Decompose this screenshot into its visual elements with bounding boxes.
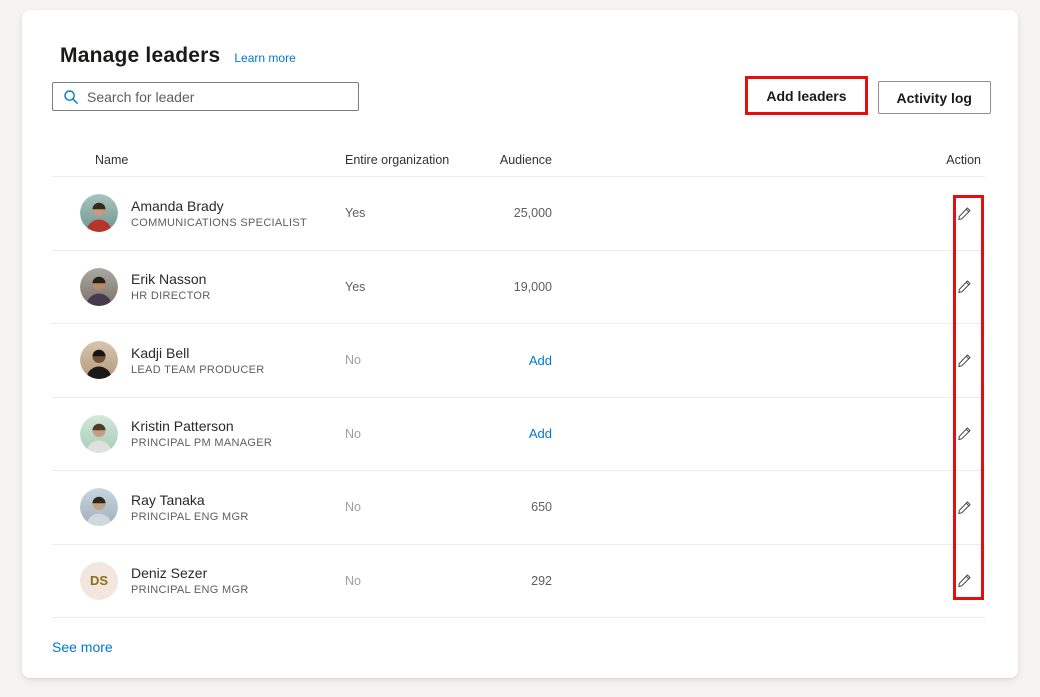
leader-name-cell: Amanda Brady COMMUNICATIONS SPECIALIST: [52, 194, 345, 232]
title-row: Manage leaders Learn more: [60, 44, 296, 68]
pencil-icon: [957, 279, 972, 294]
leader-name: Kadji Bell: [131, 345, 265, 361]
leader-job-title: COMMUNICATIONS SPECIALIST: [131, 217, 307, 229]
search-box[interactable]: [52, 82, 359, 111]
leader-job-title: PRINCIPAL ENG MGR: [131, 584, 249, 596]
audience-add-link[interactable]: Add: [529, 426, 552, 441]
avatar: [80, 268, 118, 306]
table-header: Name Entire organization Audience Action: [52, 143, 985, 177]
audience-cell: Add: [465, 426, 552, 441]
entire-organization-value: No: [345, 574, 465, 588]
edit-button[interactable]: [953, 202, 975, 224]
audience-cell: Add: [465, 353, 552, 368]
add-leaders-button[interactable]: Add leaders: [748, 79, 864, 112]
action-cell: [552, 570, 985, 592]
pencil-icon: [957, 426, 972, 441]
table-row: Amanda Brady COMMUNICATIONS SPECIALIST Y…: [52, 177, 985, 251]
action-cell: [552, 496, 985, 518]
pencil-icon: [957, 353, 972, 368]
leader-name: Erik Nasson: [131, 271, 211, 287]
audience-value: 25,000: [514, 206, 552, 220]
edit-button[interactable]: [953, 423, 975, 445]
edit-button[interactable]: [953, 349, 975, 371]
search-icon: [63, 89, 79, 105]
leader-job-title: PRINCIPAL PM MANAGER: [131, 437, 272, 449]
toolbar: Add leaders Activity log: [52, 76, 991, 115]
entire-organization-value: Yes: [345, 206, 465, 220]
leader-name: Deniz Sezer: [131, 565, 249, 581]
audience-value: 650: [531, 500, 552, 514]
column-header-action: Action: [552, 153, 985, 167]
column-header-entire-organization: Entire organization: [345, 153, 465, 167]
leader-name: Ray Tanaka: [131, 492, 249, 508]
page-title: Manage leaders: [60, 44, 220, 68]
audience-value: 292: [531, 574, 552, 588]
leader-name-cell: Erik Nasson HR DIRECTOR: [52, 268, 345, 306]
audience-cell: 292: [465, 574, 552, 588]
audience-cell: 19,000: [465, 280, 552, 294]
entire-organization-value: No: [345, 427, 465, 441]
audience-value: 19,000: [514, 280, 552, 294]
leaders-table: Name Entire organization Audience Action…: [52, 143, 985, 618]
avatar: [80, 415, 118, 453]
leader-job-title: HR DIRECTOR: [131, 290, 211, 302]
action-cell: [552, 423, 985, 445]
activity-log-button[interactable]: Activity log: [878, 81, 991, 114]
edit-button[interactable]: [953, 496, 975, 518]
audience-cell: 25,000: [465, 206, 552, 220]
pencil-icon: [957, 206, 972, 221]
column-header-audience: Audience: [465, 153, 552, 167]
audience-add-link[interactable]: Add: [529, 353, 552, 368]
leader-name-cell: Kristin Patterson PRINCIPAL PM MANAGER: [52, 415, 345, 453]
action-cell: [552, 349, 985, 371]
pencil-icon: [957, 573, 972, 588]
table-row: Kristin Patterson PRINCIPAL PM MANAGER N…: [52, 398, 985, 472]
entire-organization-value: No: [345, 353, 465, 367]
see-more-link[interactable]: See more: [52, 639, 113, 655]
avatar: DS: [80, 562, 118, 600]
leader-name-cell: DS Deniz Sezer PRINCIPAL ENG MGR: [52, 562, 345, 600]
column-header-name: Name: [52, 153, 345, 167]
leader-job-title: PRINCIPAL ENG MGR: [131, 511, 249, 523]
learn-more-link[interactable]: Learn more: [234, 51, 295, 65]
edit-button[interactable]: [953, 570, 975, 592]
table-row: Erik Nasson HR DIRECTOR Yes 19,000: [52, 251, 985, 325]
action-cell: [552, 202, 985, 224]
entire-organization-value: No: [345, 500, 465, 514]
entire-organization-value: Yes: [345, 280, 465, 294]
manage-leaders-card: Manage leaders Learn more Add leaders Ac…: [22, 10, 1018, 678]
search-input[interactable]: [87, 89, 350, 105]
avatar: [80, 194, 118, 232]
action-cell: [552, 276, 985, 298]
avatar: [80, 488, 118, 526]
leader-name: Amanda Brady: [131, 198, 307, 214]
leader-name-cell: Kadji Bell LEAD TEAM PRODUCER: [52, 341, 345, 379]
table-row: Ray Tanaka PRINCIPAL ENG MGR No 650: [52, 471, 985, 545]
table-row: DS Deniz Sezer PRINCIPAL ENG MGR No 292: [52, 545, 985, 619]
edit-button[interactable]: [953, 276, 975, 298]
table-row: Kadji Bell LEAD TEAM PRODUCER No Add: [52, 324, 985, 398]
leader-job-title: LEAD TEAM PRODUCER: [131, 364, 265, 376]
toolbar-buttons: Add leaders Activity log: [745, 76, 991, 115]
leader-name: Kristin Patterson: [131, 418, 272, 434]
annotation-add-leaders-highlight: Add leaders: [745, 76, 867, 115]
pencil-icon: [957, 500, 972, 515]
audience-cell: 650: [465, 500, 552, 514]
table-body: Amanda Brady COMMUNICATIONS SPECIALIST Y…: [52, 177, 985, 618]
leader-name-cell: Ray Tanaka PRINCIPAL ENG MGR: [52, 488, 345, 526]
avatar: [80, 341, 118, 379]
